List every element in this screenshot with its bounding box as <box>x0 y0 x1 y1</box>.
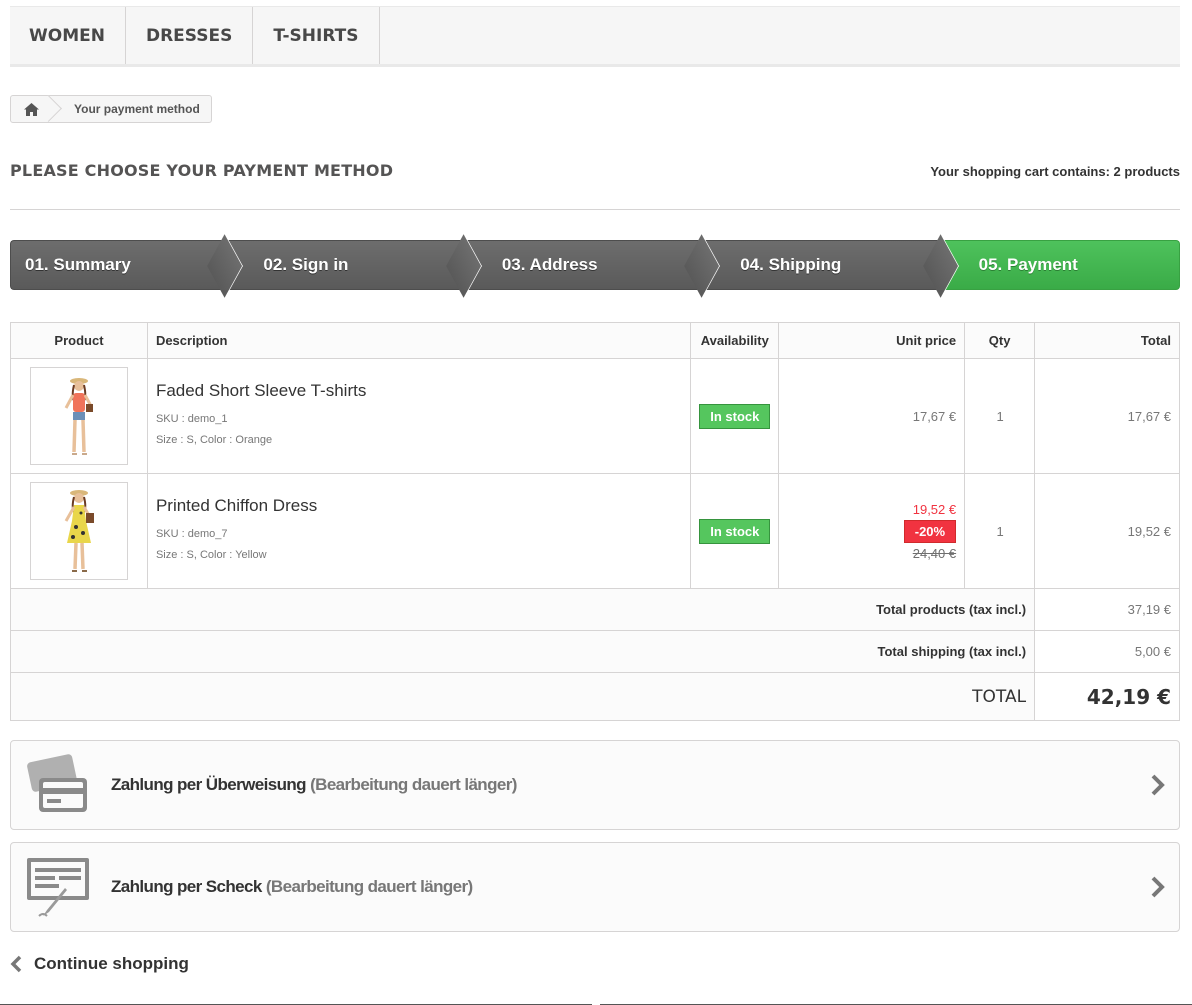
total-products-row: Total products (tax incl.) 37,19 € <box>9 588 1180 631</box>
continue-shopping-button[interactable]: Continue shopping <box>10 954 189 974</box>
status-badge: In stock <box>699 518 771 544</box>
total-products-value: 37,19 € <box>1034 588 1180 631</box>
quantity: 1 <box>964 473 1036 589</box>
menu-item-women[interactable]: WOMEN <box>10 7 126 64</box>
payment-option-cheque[interactable]: Zahlung per Scheck (Bearbeitung dauert l… <box>10 842 1180 932</box>
payment-note: (Bearbeitung dauert länger) <box>310 775 517 794</box>
total-shipping-row: Total shipping (tax incl.) 5,00 € <box>9 630 1180 673</box>
table-row: Faded Short Sleeve T-shirts SKU : demo_1… <box>10 358 1180 474</box>
breadcrumb-current: Your payment method <box>74 102 200 116</box>
step-label: 02. Sign in <box>263 255 349 274</box>
product-name-link[interactable]: Faded Short Sleeve T-shirts <box>156 381 689 401</box>
home-icon <box>23 102 39 116</box>
menu-item-tshirts[interactable]: T-SHIRTS <box>253 7 380 64</box>
total-products-label: Total products (tax incl.) <box>9 588 1036 631</box>
product-sku: SKU : demo_7 <box>155 528 228 540</box>
product-photo-tshirt <box>64 378 93 455</box>
chevron-right-icon <box>1151 774 1165 796</box>
col-product: Product <box>10 322 148 359</box>
cart-summary-table: Product Description Availability Unit pr… <box>9 322 1180 721</box>
col-unit-price: Unit price <box>778 322 966 359</box>
step-summary[interactable]: 01. Summary <box>10 233 244 299</box>
grand-total-label: TOTAL <box>9 672 1036 721</box>
col-availability: Availability <box>690 322 780 359</box>
product-attributes[interactable]: Size : S, Color : Yellow <box>156 545 689 566</box>
table-row: Printed Chiffon Dress SKU : demo_7 Size … <box>10 473 1180 589</box>
bank-card-icon <box>27 754 87 812</box>
payment-note: (Bearbeitung dauert länger) <box>265 877 473 896</box>
table-header-row: Product Description Availability Unit pr… <box>10 322 1180 359</box>
checkout-steps: 01. Summary 02. Sign in 03. Address 04. … <box>10 233 1181 299</box>
menu-item-dresses[interactable]: DRESSES <box>126 7 254 64</box>
step-sign-in[interactable]: 02. Sign in <box>225 233 482 299</box>
total-shipping-value: 5,00 € <box>1034 630 1180 673</box>
breadcrumb: Your payment method <box>10 95 212 123</box>
payment-option-bankwire[interactable]: Zahlung per Überweisung (Bearbeitung dau… <box>10 740 1180 830</box>
unit-price: 17,67 € <box>778 358 966 474</box>
step-label: 05. Payment <box>978 255 1078 274</box>
step-label: 03. Address <box>501 255 598 274</box>
grand-total-value: 42,19 € <box>1034 672 1180 721</box>
cart-count: Your shopping cart contains: 2 products <box>930 164 1180 179</box>
product-sku: SKU : demo_1 <box>155 413 228 425</box>
product-photo-dress <box>64 490 94 572</box>
cheque-icon <box>27 858 89 917</box>
step-address[interactable]: 03. Address <box>463 233 721 299</box>
col-total: Total <box>1034 322 1180 359</box>
product-attributes[interactable]: Size : S, Color : Orange <box>156 430 689 451</box>
quantity: 1 <box>964 358 1036 474</box>
total-shipping-label: Total shipping (tax incl.) <box>9 630 1036 673</box>
col-description: Description <box>146 322 692 359</box>
product-image[interactable] <box>29 367 128 465</box>
line-total: 17,67 € <box>1034 358 1180 474</box>
payment-option-label: Zahlung per Überweisung (Bearbeitung dau… <box>111 775 517 795</box>
product-image[interactable] <box>29 482 128 580</box>
payment-option-label: Zahlung per Scheck (Bearbeitung dauert l… <box>111 877 473 897</box>
old-price: 24,40 € <box>912 545 957 561</box>
grand-total-row: TOTAL 42,19 € <box>9 672 1180 721</box>
breadcrumb-home[interactable] <box>11 96 51 122</box>
step-payment: 05. Payment <box>940 240 1181 290</box>
step-label: 01. Summary <box>25 255 131 274</box>
chevron-left-icon <box>10 955 22 973</box>
line-total: 19,52 € <box>1034 473 1180 589</box>
divider <box>10 209 1180 210</box>
page-title: PLEASE CHOOSE YOUR PAYMENT METHOD <box>10 161 394 180</box>
chevron-right-icon <box>1151 876 1165 898</box>
unit-price: 19,52 € <box>912 501 957 517</box>
status-badge: In stock <box>699 403 771 429</box>
payment-name: Zahlung per Scheck <box>111 877 262 896</box>
step-label: 04. Shipping <box>740 255 842 274</box>
top-menu: WOMEN DRESSES T-SHIRTS <box>10 6 1180 67</box>
discount-badge: -20% <box>903 519 957 543</box>
payment-name: Zahlung per Überweisung <box>111 775 307 794</box>
product-name-link[interactable]: Printed Chiffon Dress <box>156 496 689 516</box>
col-qty: Qty <box>964 322 1036 359</box>
step-shipping[interactable]: 04. Shipping <box>702 233 959 299</box>
continue-shopping-label: Continue shopping <box>34 954 189 973</box>
